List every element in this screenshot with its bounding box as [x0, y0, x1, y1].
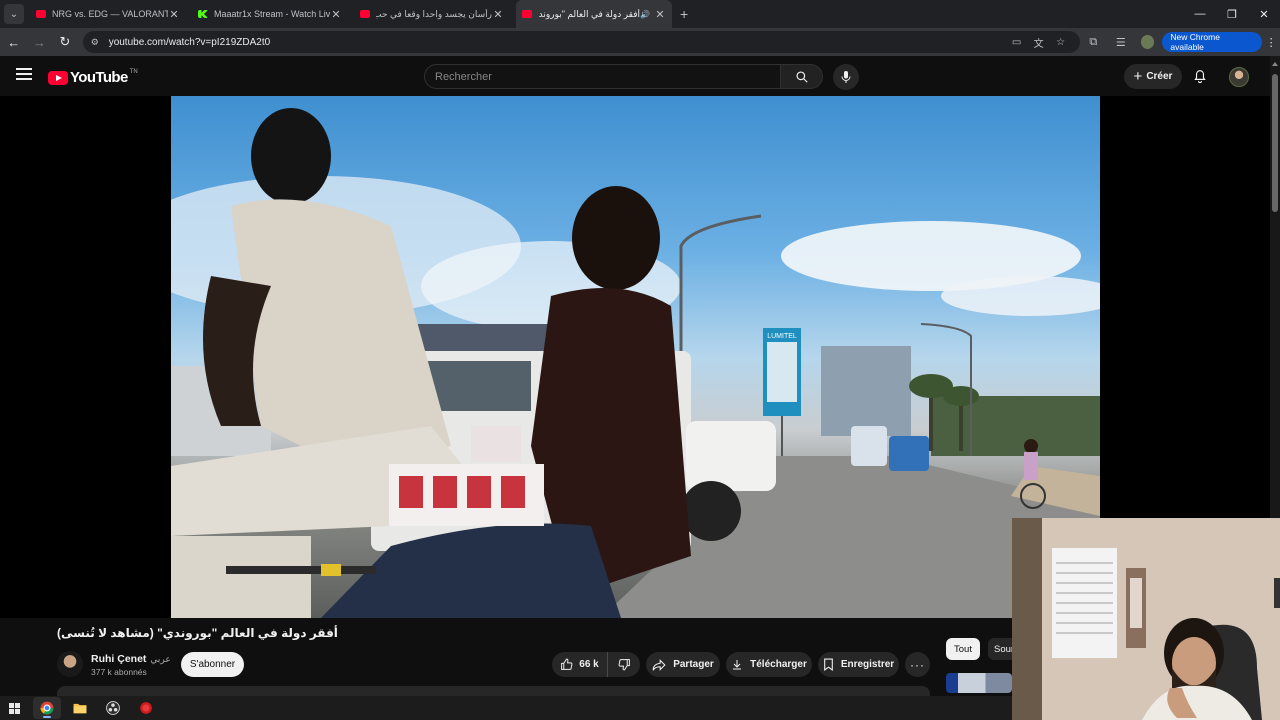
share-button[interactable]: Partager	[646, 652, 720, 677]
scrollbar-thumb[interactable]	[1272, 74, 1278, 212]
billboard-text: LUMITEL	[767, 333, 797, 340]
channel-name[interactable]: Ruhi Çenet	[91, 653, 146, 665]
share-arrow-icon	[652, 658, 666, 671]
new-chrome-available-button[interactable]: New Chrome available	[1162, 32, 1263, 52]
screen: ⌄ NRG vs. EDG — VALORANT Ch ✕ Maaatr1x S…	[0, 0, 1280, 720]
browser-tab-2[interactable]: Maaatr1x Stream - Watch Live o ✕	[192, 0, 348, 28]
notifications-bell-icon[interactable]	[1193, 69, 1207, 89]
tab-close-icon[interactable]: ✕	[492, 8, 504, 21]
tab-close-icon[interactable]: ✕	[330, 8, 342, 21]
youtube-masthead: YouTube TN Rechercher + Créer	[0, 56, 1270, 96]
chrome-taskbar-icon[interactable]	[33, 697, 61, 719]
browser-tab-1[interactable]: NRG vs. EDG — VALORANT Ch ✕	[30, 0, 186, 28]
reload-icon[interactable]: ↻	[53, 30, 77, 54]
channel-avatar[interactable]	[57, 651, 83, 677]
tab-title: NRG vs. EDG — VALORANT Ch	[52, 9, 168, 19]
scroll-up-arrow-icon[interactable]	[1272, 62, 1278, 66]
more-actions-ellipsis-icon[interactable]: ···	[905, 652, 930, 677]
tab-search-chevron-icon[interactable]: ⌄	[4, 4, 24, 24]
search-icon	[795, 70, 808, 83]
channel-language: عربي	[150, 654, 171, 664]
search-input[interactable]: Rechercher	[424, 64, 781, 89]
search-button[interactable]	[781, 64, 823, 89]
cast-icon[interactable]: ▭	[1006, 37, 1028, 48]
speaker-icon[interactable]: 🔊	[640, 10, 650, 19]
kick-favicon-icon	[198, 10, 208, 18]
window-controls: — ❐ ✕	[1184, 0, 1280, 28]
youtube-favicon-icon	[36, 10, 46, 18]
os-taskbar	[0, 696, 1012, 720]
account-avatar[interactable]	[1229, 67, 1249, 87]
description-box[interactable]	[57, 686, 930, 696]
youtube-favicon-icon	[522, 10, 532, 18]
tab-title: أفقر دولة في العالم "بوروندي"	[538, 8, 641, 19]
like-button[interactable]: 66 k	[552, 652, 608, 677]
file-explorer-folder-icon[interactable]	[66, 697, 94, 719]
video-frame[interactable]: LUMITEL	[171, 96, 1100, 618]
url-text[interactable]: youtube.com/watch?v=pI219ZDA2t0	[109, 37, 1006, 48]
record-app-icon[interactable]	[132, 697, 160, 719]
tab-close-icon[interactable]: ✕	[168, 8, 180, 21]
create-button[interactable]: + Créer	[1124, 64, 1182, 89]
chip-source[interactable]: Sour	[988, 638, 1012, 660]
browser-tab-4-active[interactable]: أفقر دولة في العالم "بوروندي" 🔊 ✕	[516, 0, 672, 28]
tab-title: Maaatr1x Stream - Watch Live o	[214, 9, 330, 19]
create-label: Créer	[1146, 71, 1173, 82]
profile-avatar[interactable]	[1140, 35, 1155, 49]
windows-start-icon[interactable]	[0, 697, 28, 719]
video-scene: LUMITEL	[171, 108, 1100, 618]
thumbs-down-icon	[618, 659, 630, 671]
webcam-overlay	[1012, 518, 1280, 720]
browser-menu-kebab-icon[interactable]: ⋮	[1262, 36, 1280, 49]
like-count: 66 k	[579, 659, 599, 670]
address-bar[interactable]: ⚙ youtube.com/watch?v=pI219ZDA2t0 ▭ 文 ☆	[82, 31, 1080, 53]
microphone-icon	[841, 71, 851, 83]
region-code: TN	[129, 68, 138, 75]
youtube-logo[interactable]: YouTube TN	[48, 69, 138, 86]
bookmark-star-icon[interactable]: ☆	[1050, 37, 1072, 48]
youtube-favicon-icon	[360, 10, 370, 18]
download-label: Télécharger	[750, 659, 807, 670]
back-arrow-icon[interactable]: ←	[2, 30, 26, 54]
subscriber-count: 377 k abonnés	[91, 667, 147, 677]
youtube-wordmark: YouTube	[70, 69, 128, 86]
extensions-puzzle-icon[interactable]: ⧉	[1080, 36, 1108, 49]
youtube-play-logo-icon	[48, 70, 68, 85]
browser-tab-3[interactable]: رأسان يجسد واحدا وقعا في حب ال ✕	[354, 0, 510, 28]
save-label: Enregistrer	[840, 659, 895, 670]
save-button[interactable]: Enregistrer	[818, 652, 899, 677]
share-label: Partager	[673, 659, 714, 670]
download-icon	[733, 660, 742, 670]
subscribe-button[interactable]: S'abonner	[181, 652, 244, 677]
browser-toolbar: ← → ↻ ⚙ youtube.com/watch?v=pI219ZDA2t0 …	[0, 28, 1280, 56]
search-placeholder: Rechercher	[435, 70, 492, 83]
channel-name-row[interactable]: Ruhi Çenet عربي	[91, 653, 171, 665]
download-button[interactable]: Télécharger	[726, 652, 812, 677]
obs-studio-icon[interactable]	[99, 697, 127, 719]
translate-icon[interactable]: 文	[1028, 35, 1050, 50]
tab-close-icon[interactable]: ✕	[654, 8, 666, 21]
voice-search-button[interactable]	[833, 64, 859, 90]
new-tab-plus-icon[interactable]: +	[680, 6, 688, 22]
like-dislike-group: 66 k	[552, 652, 640, 677]
webcam-scene	[1012, 518, 1280, 720]
minimize-icon[interactable]: —	[1184, 0, 1216, 28]
forward-arrow-icon[interactable]: →	[28, 30, 52, 54]
browser-tab-strip: ⌄ NRG vs. EDG — VALORANT Ch ✕ Maaatr1x S…	[0, 0, 1280, 28]
hamburger-menu-icon[interactable]	[16, 68, 32, 82]
save-playlist-icon	[823, 658, 833, 671]
plus-icon: +	[1133, 68, 1143, 85]
chip-all[interactable]: Tout	[946, 638, 980, 660]
site-info-icon[interactable]: ⚙	[91, 37, 103, 48]
restore-icon[interactable]: ❐	[1216, 0, 1248, 28]
reading-list-icon[interactable]: ☰	[1107, 36, 1135, 49]
dislike-button[interactable]	[608, 658, 640, 671]
tab-title: رأسان يجسد واحدا وقعا في حب ال	[376, 8, 492, 19]
window-close-icon[interactable]: ✕	[1248, 0, 1280, 28]
video-title: أفقر دولة في العالم "بوروندي" (مشاهد لا …	[57, 626, 338, 640]
thumbs-up-icon	[561, 658, 573, 670]
recommended-video-thumbnail[interactable]	[946, 673, 1012, 693]
